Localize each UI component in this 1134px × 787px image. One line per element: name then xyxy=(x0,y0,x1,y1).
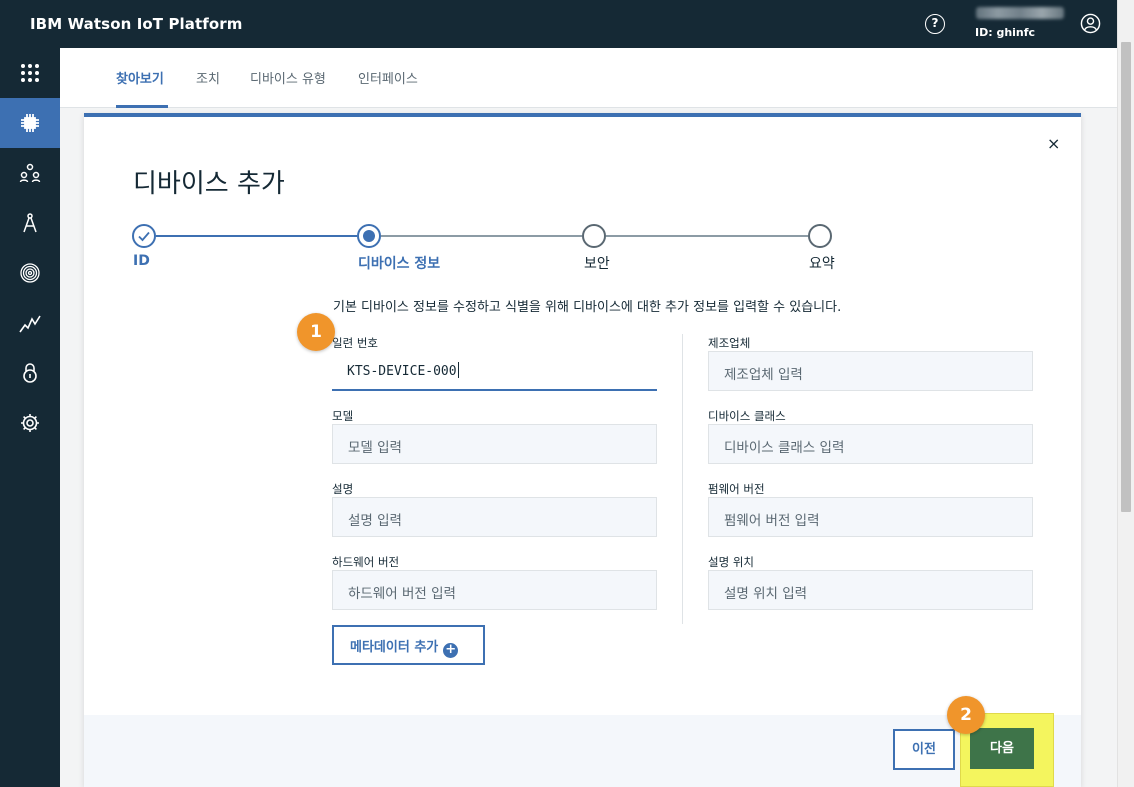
tab-actions[interactable]: 조치 xyxy=(196,68,220,87)
model-label: 모델 xyxy=(332,409,354,423)
modal-title: 디바이스 추가 xyxy=(133,169,285,199)
step-label-id: ID xyxy=(133,253,150,269)
description-input[interactable]: 설명 입력 xyxy=(332,497,657,537)
text-cursor xyxy=(457,362,459,378)
step-incomplete-icon xyxy=(808,224,832,248)
annotation-badge-2: 2 xyxy=(947,696,985,734)
serial-number-label: 일련 번호 xyxy=(332,336,378,350)
step-description: 기본 디바이스 정보를 수정하고 식별을 위해 디바이스에 대한 추가 정보를 … xyxy=(333,300,842,315)
annotation-badge-1: 1 xyxy=(297,313,335,351)
manufacturer-input[interactable]: 제조업체 입력 xyxy=(708,351,1033,391)
tab-interfaces[interactable]: 인터페이스 xyxy=(358,68,418,87)
scrollbar-thumb[interactable] xyxy=(1121,42,1131,512)
step-complete-check-icon xyxy=(132,224,156,248)
plus-icon: + xyxy=(443,643,459,658)
active-tab-indicator xyxy=(116,105,168,108)
side-navigation xyxy=(0,48,60,787)
device-class-input[interactable]: 디바이스 클래스 입력 xyxy=(708,424,1033,464)
user-email-blurred xyxy=(976,7,1064,19)
device-class-label: 디바이스 클래스 xyxy=(708,409,786,423)
lock-icon[interactable] xyxy=(0,348,60,398)
firmware-version-label: 펌웨어 버전 xyxy=(708,482,765,496)
fingerprint-icon[interactable] xyxy=(0,248,60,298)
step-label-summary: 요약 xyxy=(809,256,835,272)
column-divider xyxy=(682,334,683,624)
manufacturer-label: 제조업체 xyxy=(708,336,751,350)
tab-browse[interactable]: 찾아보기 xyxy=(116,68,164,87)
add-metadata-button[interactable]: 메타데이터 추가 + xyxy=(332,625,485,665)
step-incomplete-icon xyxy=(582,224,606,248)
description-label: 설명 xyxy=(332,482,354,496)
step-label-device-info: 디바이스 정보 xyxy=(358,256,441,272)
usage-chart-icon[interactable] xyxy=(0,298,60,348)
tab-device-types[interactable]: 디바이스 유형 xyxy=(250,68,326,87)
vertical-scrollbar[interactable] xyxy=(1117,0,1134,787)
members-icon[interactable] xyxy=(0,148,60,198)
user-avatar-icon[interactable] xyxy=(1080,13,1101,34)
step-connector xyxy=(606,235,808,237)
close-icon[interactable]: × xyxy=(1047,134,1060,153)
next-button[interactable]: 다음 xyxy=(970,728,1034,769)
step-connector-complete xyxy=(156,235,357,237)
apps-grid-icon[interactable] xyxy=(0,48,60,98)
settings-gear-icon[interactable] xyxy=(0,398,60,448)
hardware-version-input[interactable]: 하드웨어 버전 입력 xyxy=(332,570,657,610)
add-metadata-label: 메타데이터 추가 xyxy=(350,640,439,655)
help-icon[interactable]: ? xyxy=(925,14,945,34)
serial-number-input[interactable]: KTS-DEVICE-000 xyxy=(332,351,657,391)
step-connector xyxy=(381,235,582,237)
hardware-version-label: 하드웨어 버전 xyxy=(332,555,400,569)
compass-icon[interactable] xyxy=(0,198,60,248)
step-label-security: 보안 xyxy=(584,256,610,272)
user-id: ID: ghinfc xyxy=(975,26,1036,39)
description-location-label: 설명 위치 xyxy=(708,555,754,569)
previous-button[interactable]: 이전 xyxy=(893,729,955,770)
model-input[interactable]: 모델 입력 xyxy=(332,424,657,464)
top-header: IBM Watson IoT Platform ? ID: ghinfc xyxy=(0,0,1117,48)
step-current-icon xyxy=(357,224,381,248)
device-chip-icon[interactable] xyxy=(0,98,60,148)
description-location-input[interactable]: 설명 위치 입력 xyxy=(708,570,1033,610)
brand-title[interactable]: IBM Watson IoT Platform xyxy=(30,15,243,33)
firmware-version-input[interactable]: 펌웨어 버전 입력 xyxy=(708,497,1033,537)
